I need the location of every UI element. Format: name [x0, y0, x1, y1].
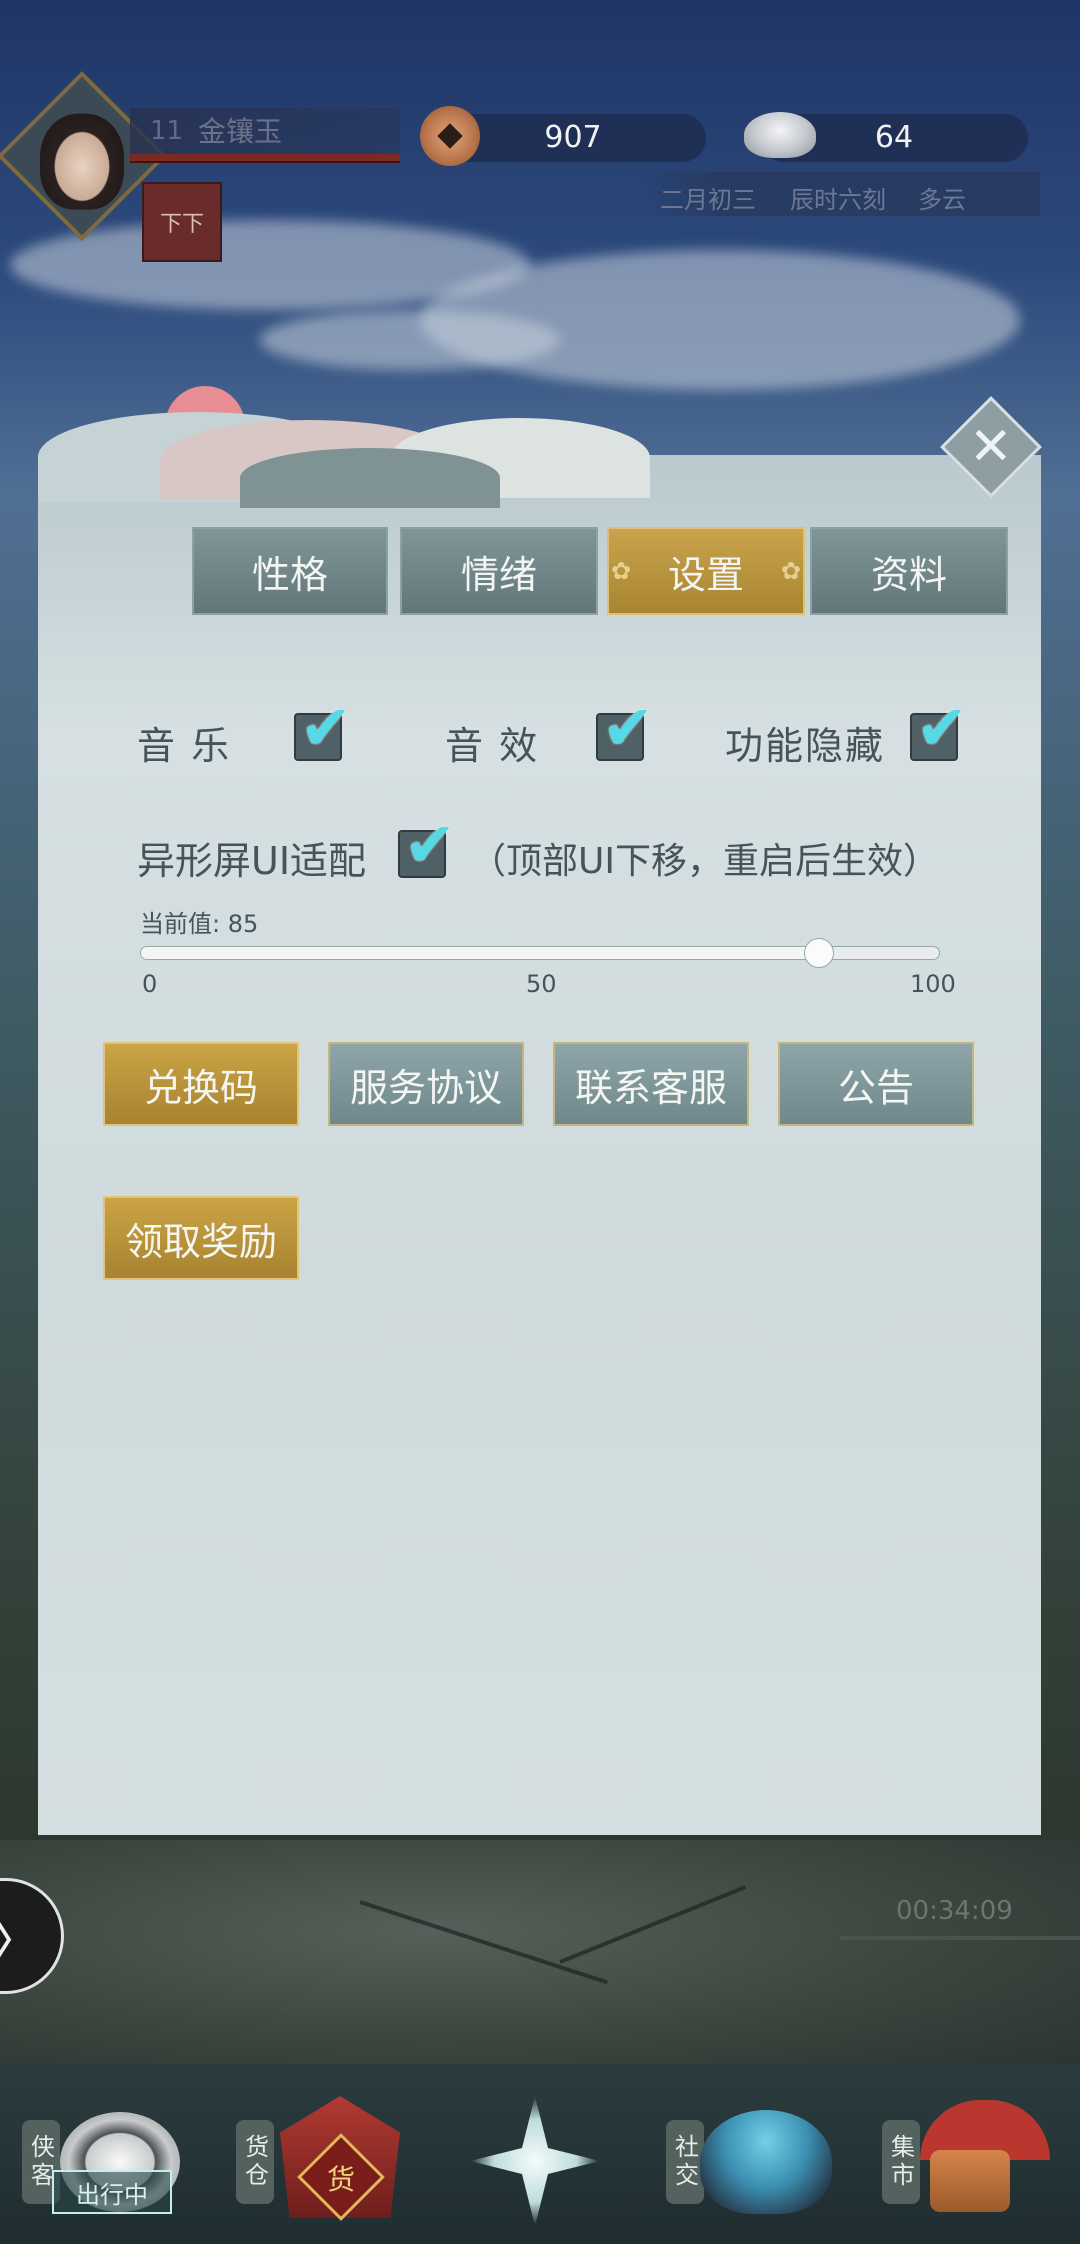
hide-function-label: 功能隐藏	[725, 724, 886, 768]
chevron-right-icon: 〉	[0, 1897, 43, 1976]
weather-text: 多云	[918, 186, 966, 214]
silver-ingot-icon	[744, 112, 816, 158]
hide-function-checkbox[interactable]: ✔	[910, 697, 968, 761]
notch-adapt-checkbox[interactable]: ✔	[398, 814, 456, 878]
service-agreement-button[interactable]: 服务协议	[328, 1042, 524, 1126]
rocky-ground	[0, 1840, 1080, 2070]
ui-offset-slider[interactable]	[140, 938, 940, 968]
slider-fill	[141, 947, 820, 959]
tab-personality[interactable]: 性格	[192, 527, 388, 615]
date-text: 二月初三	[660, 186, 756, 214]
notch-adapt-label: 异形屏UI适配	[137, 839, 367, 883]
sfx-checkbox[interactable]: ✔	[596, 697, 654, 761]
slider-current-value: 当前值: 85	[140, 910, 259, 938]
music-checkbox[interactable]: ✔	[294, 697, 352, 761]
close-icon: ✕	[969, 416, 1013, 477]
redeem-code-button[interactable]: 兑换码	[103, 1042, 299, 1126]
player-level: 11	[150, 116, 184, 146]
timer-progress	[840, 1936, 1080, 1940]
copper-coin-icon	[420, 106, 480, 166]
hour-text: 辰时六刻	[790, 186, 886, 214]
outing-badge: 出行中	[52, 2170, 172, 2214]
sfx-label: 音 效	[445, 724, 540, 768]
check-icon: ✔	[404, 808, 456, 881]
tab-mood[interactable]: 情绪	[400, 527, 598, 615]
nav-tag-warehouse[interactable]: 货仓	[236, 2120, 274, 2204]
status-buff-icon[interactable]: 下下	[142, 182, 222, 262]
avatar-portrait	[39, 113, 124, 210]
check-icon: ✔	[300, 691, 352, 764]
player-name: 金镶玉	[198, 115, 283, 148]
settings-panel	[38, 455, 1041, 1835]
countdown-timer: 00:34:09	[896, 1896, 1013, 1926]
wave-shell-icon[interactable]	[700, 2110, 832, 2214]
check-icon: ✔	[602, 691, 654, 764]
shop-sign-text: 货	[326, 2163, 355, 2196]
hill-decoration	[240, 448, 500, 508]
check-icon: ✔	[916, 691, 968, 764]
slider-mid-label: 50	[526, 970, 557, 998]
claim-reward-button[interactable]: 领取奖励	[103, 1196, 299, 1280]
cloud	[260, 310, 560, 370]
nav-tag-market[interactable]: 集市	[882, 2120, 920, 2204]
contact-support-button[interactable]: 联系客服	[553, 1042, 749, 1126]
health-bar	[130, 154, 400, 163]
market-stall-icon[interactable]	[930, 2150, 1010, 2212]
slider-min-label: 0	[142, 970, 158, 998]
announcement-button[interactable]: 公告	[778, 1042, 974, 1126]
tab-profile[interactable]: 资料	[810, 527, 1008, 615]
slider-max-label: 100	[910, 970, 956, 998]
tab-settings[interactable]: 设置	[607, 527, 805, 615]
notch-adapt-hint: （顶部UI下移，重启后生效）	[470, 841, 939, 882]
nav-tag-social[interactable]: 社交	[666, 2120, 704, 2204]
music-label: 音 乐	[137, 724, 232, 768]
